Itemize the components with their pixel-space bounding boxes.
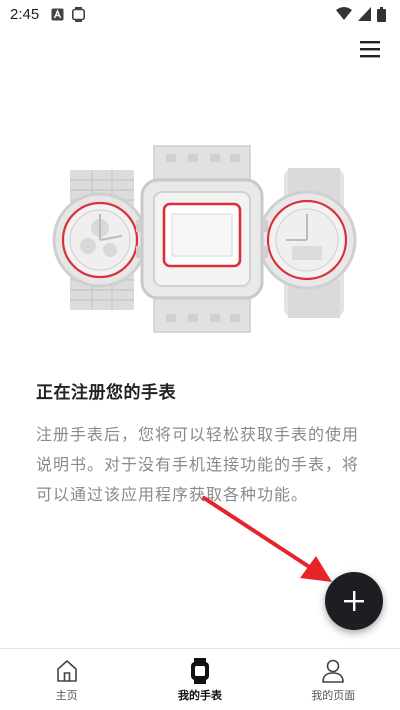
- status-notification-icons: [51, 6, 86, 22]
- nav-item-my-watch[interactable]: 我的手表: [133, 649, 266, 710]
- hamburger-menu-icon: [360, 41, 380, 58]
- nav-label-home: 主页: [55, 689, 78, 702]
- status-system-icons: [336, 6, 386, 22]
- wifi-icon: [336, 7, 352, 20]
- add-watch-button[interactable]: [325, 572, 383, 630]
- nav-item-my-page[interactable]: 我的页面: [267, 649, 400, 710]
- watch-status-icon: [72, 6, 86, 22]
- status-time: 2:45: [10, 5, 40, 23]
- signal-icon: [358, 7, 371, 21]
- left-watch-image: [52, 170, 150, 310]
- home-icon: [56, 660, 77, 682]
- bottom-navigation: 主页 我的手表 我的页面: [0, 648, 400, 710]
- person-icon: [322, 659, 345, 683]
- nav-item-home[interactable]: 主页: [0, 649, 133, 710]
- watches-illustration: [52, 145, 357, 333]
- right-watch-image: [257, 168, 357, 318]
- status-bar: 2:45: [0, 0, 400, 28]
- plus-icon: [344, 591, 364, 611]
- hamburger-menu-button[interactable]: [358, 38, 382, 60]
- watch-icon: [190, 658, 209, 684]
- nav-label-my-watch: 我的手表: [177, 689, 222, 702]
- a-icon: [51, 8, 64, 20]
- battery-icon: [377, 6, 386, 22]
- page-title: 正在注册您的手表: [36, 383, 176, 403]
- page-description: 注册手表后，您将可以轻松获取手表的使用说明书。对于没有手机连接功能的手表，将可以…: [36, 425, 360, 504]
- nav-label-my-page: 我的页面: [311, 689, 356, 702]
- center-watch-image: [136, 145, 268, 333]
